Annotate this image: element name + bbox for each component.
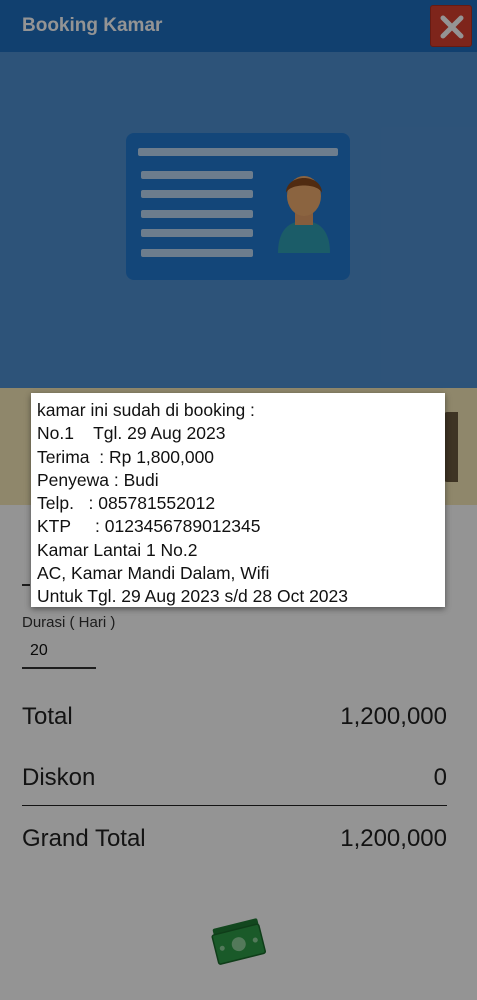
toast-line: KTP : 0123456789012345: [37, 516, 261, 537]
toast-line: AC, Kamar Mandi Dalam, Wifi: [37, 563, 270, 584]
toast-line: Penyewa : Budi: [37, 469, 159, 490]
toast-line: Untuk Tgl. 29 Aug 2023 s/d 28 Oct 2023: [37, 586, 349, 607]
toast-line: Telp. : 085781552012: [37, 493, 216, 514]
toast-line: Kamar Lantai 1 No.2: [37, 539, 198, 560]
toast-line: Terima : Rp 1,800,000: [37, 446, 215, 467]
toast-line: No.1 Tgl. 29 Aug 2023: [37, 423, 226, 444]
toast-line: kamar ini sudah di booking :: [37, 400, 255, 420]
booking-toast: kamar ini sudah di booking : No.1 Tgl. 2…: [31, 393, 445, 607]
